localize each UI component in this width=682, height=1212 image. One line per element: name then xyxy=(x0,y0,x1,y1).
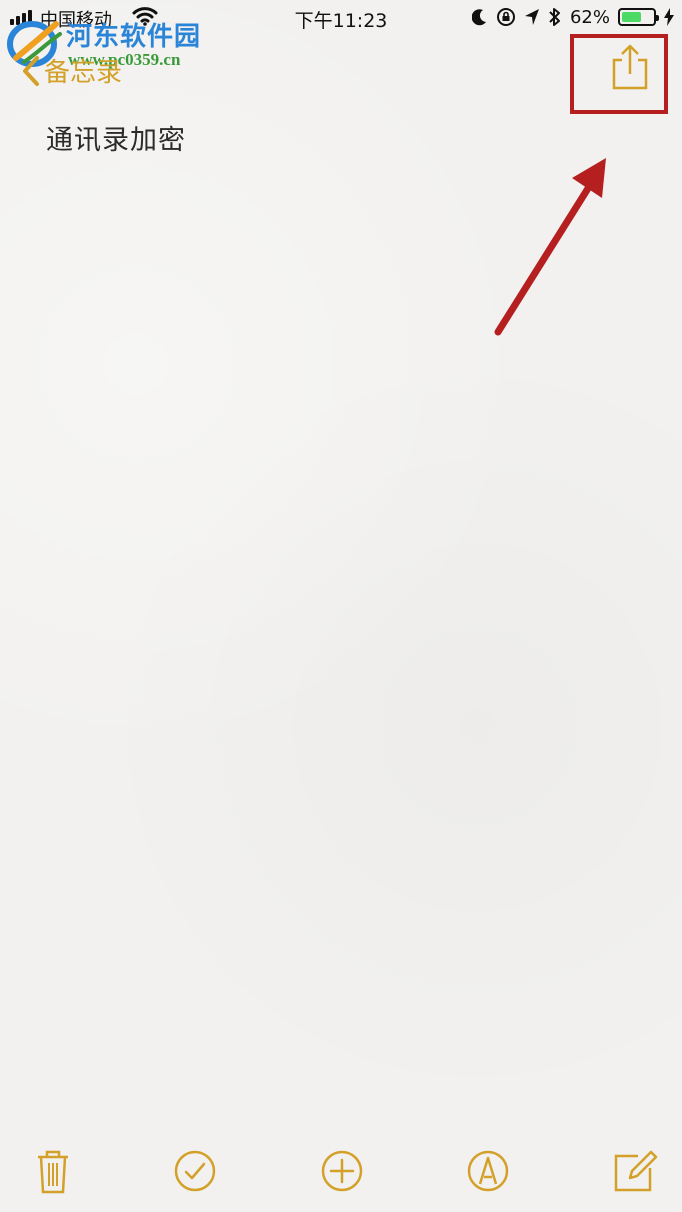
orientation-lock-icon xyxy=(496,8,515,26)
status-indicators: 62% xyxy=(471,5,674,29)
back-button[interactable]: 备忘录 xyxy=(22,52,122,89)
markup-button[interactable] xyxy=(463,1146,513,1196)
battery-percent: 62% xyxy=(569,6,610,28)
share-icon xyxy=(612,44,648,90)
share-button[interactable] xyxy=(608,42,652,92)
note-title[interactable]: 通讯录加密 xyxy=(46,118,186,157)
chevron-left-icon xyxy=(23,55,39,86)
bottom-toolbar xyxy=(0,1132,682,1212)
annotation-arrow xyxy=(494,158,606,336)
checklist-icon xyxy=(174,1150,216,1192)
charging-icon xyxy=(664,8,674,26)
checklist-button[interactable] xyxy=(170,1146,220,1196)
add-icon xyxy=(321,1150,363,1192)
location-icon xyxy=(524,9,539,25)
compose-icon xyxy=(614,1150,658,1192)
back-button-label: 备忘录 xyxy=(44,58,123,88)
compose-note-button[interactable] xyxy=(610,1146,660,1196)
battery-icon xyxy=(618,8,659,26)
moon-icon xyxy=(471,9,486,26)
add-attachment-button[interactable] xyxy=(317,1146,367,1196)
battery-fill xyxy=(622,12,641,22)
delete-note-button[interactable] xyxy=(28,1146,78,1196)
bluetooth-icon xyxy=(549,8,560,26)
trash-icon xyxy=(38,1150,68,1194)
markup-icon xyxy=(467,1150,509,1192)
watermark-title: 河东软件园 xyxy=(66,22,202,52)
